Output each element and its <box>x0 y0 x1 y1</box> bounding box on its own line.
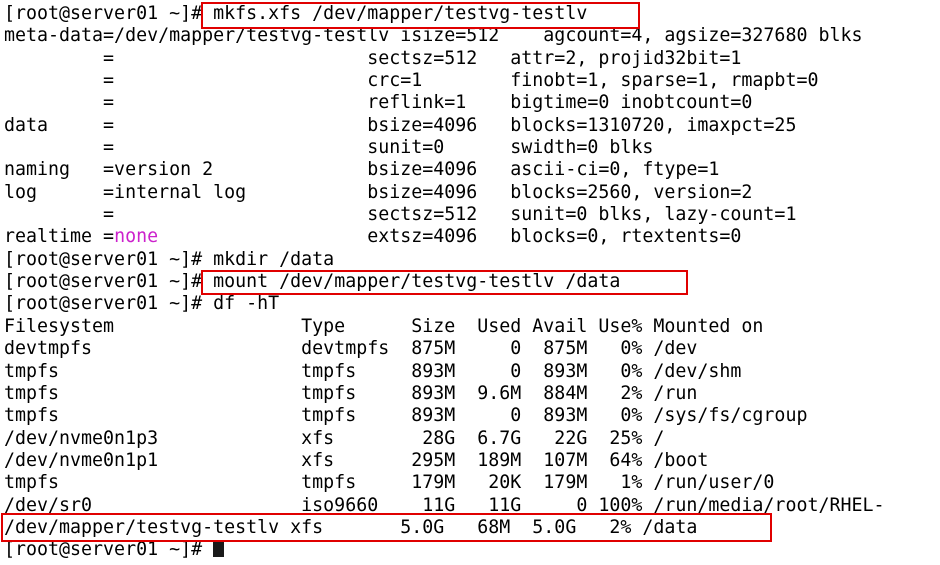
realtime-suffix: extsz=4096 blocks=0, rtextents=0 <box>158 226 742 248</box>
output-line: data = bsize=4096 blocks=1310720, imaxpc… <box>4 114 797 136</box>
command-mkdir: # mkdir /data <box>191 248 335 270</box>
prompt-line-mkdir: [root@server01 ~]# mkdir /data <box>4 249 940 271</box>
output-line: = sectsz=512 attr=2, projid32bit=1 <box>4 47 742 69</box>
command-df: # df -hT <box>191 293 280 315</box>
output-line: = crc=1 finobt=1, sparse=1, rmapbt=0 <box>4 70 819 92</box>
df-header-row: Filesystem Type Size Used Avail Use% Mou… <box>4 315 764 337</box>
prompt-line-mount: [root@server01 ~]# mount /dev/mapper/tes… <box>4 271 940 293</box>
prompt: [root@server01 ~] <box>4 248 192 270</box>
prompt: [root@server01 ~] <box>4 3 192 24</box>
prompt-line-df: [root@server01 ~]# df -hT <box>4 293 940 315</box>
command-mount: # mount /dev/mapper/testvg-testlv /data <box>191 271 621 293</box>
output-line: log =internal log bsize=4096 blocks=2560… <box>4 181 753 203</box>
df-row-testlv: /dev/mapper/testvg-testlv xfs 5.0G 68M 5… <box>4 516 698 538</box>
none-keyword: none <box>114 226 159 248</box>
prompt: [root@server01 ~] <box>4 271 192 293</box>
output-line: naming =version 2 bsize=4096 ascii-ci=0,… <box>4 159 720 181</box>
df-row: tmpfs tmpfs 179M 20K 179M 1% /run/user/0 <box>4 472 775 494</box>
output-line: meta-data=/dev/mapper/testvg-testlv isiz… <box>4 25 863 47</box>
cursor <box>213 540 225 558</box>
df-row: /dev/sr0 iso9660 11G 11G 0 100% /run/med… <box>4 494 885 516</box>
prompt-line-mkfs: [root@server01 ~]# mkfs.xfs /dev/mapper/… <box>4 3 940 25</box>
prompt-line-current[interactable]: [root@server01 ~]# <box>4 539 940 561</box>
terminal-window[interactable]: [root@server01 ~]# mkfs.xfs /dev/mapper/… <box>0 0 940 565</box>
current-input[interactable]: # <box>191 539 213 560</box>
output-line: = sectsz=512 sunit=0 blks, lazy-count=1 <box>4 204 797 226</box>
df-row: /dev/nvme0n1p1 xfs 295M 189M 107M 64% /b… <box>4 449 709 471</box>
df-row: tmpfs tmpfs 893M 0 893M 0% /sys/fs/cgrou… <box>4 405 808 427</box>
df-row: /dev/nvme0n1p3 xfs 28G 6.7G 22G 25% / <box>4 427 665 449</box>
output-line: = sunit=0 swidth=0 blks <box>4 137 654 159</box>
df-row: devtmpfs devtmpfs 875M 0 875M 0% /dev <box>4 338 698 360</box>
df-row: tmpfs tmpfs 893M 9.6M 884M 2% /run <box>4 382 698 404</box>
command-mkfs: # mkfs.xfs /dev/mapper/testvg-testlv <box>191 3 588 24</box>
prompt: [root@server01 ~] <box>4 539 192 561</box>
output-line: = reflink=1 bigtime=0 inobtcount=0 <box>4 92 753 114</box>
df-row: tmpfs tmpfs 893M 0 893M 0% /dev/shm <box>4 360 742 382</box>
realtime-prefix: realtime = <box>4 226 115 248</box>
prompt: [root@server01 ~] <box>4 293 192 315</box>
output-line-realtime: realtime =none extsz=4096 blocks=0, rtex… <box>4 226 940 248</box>
